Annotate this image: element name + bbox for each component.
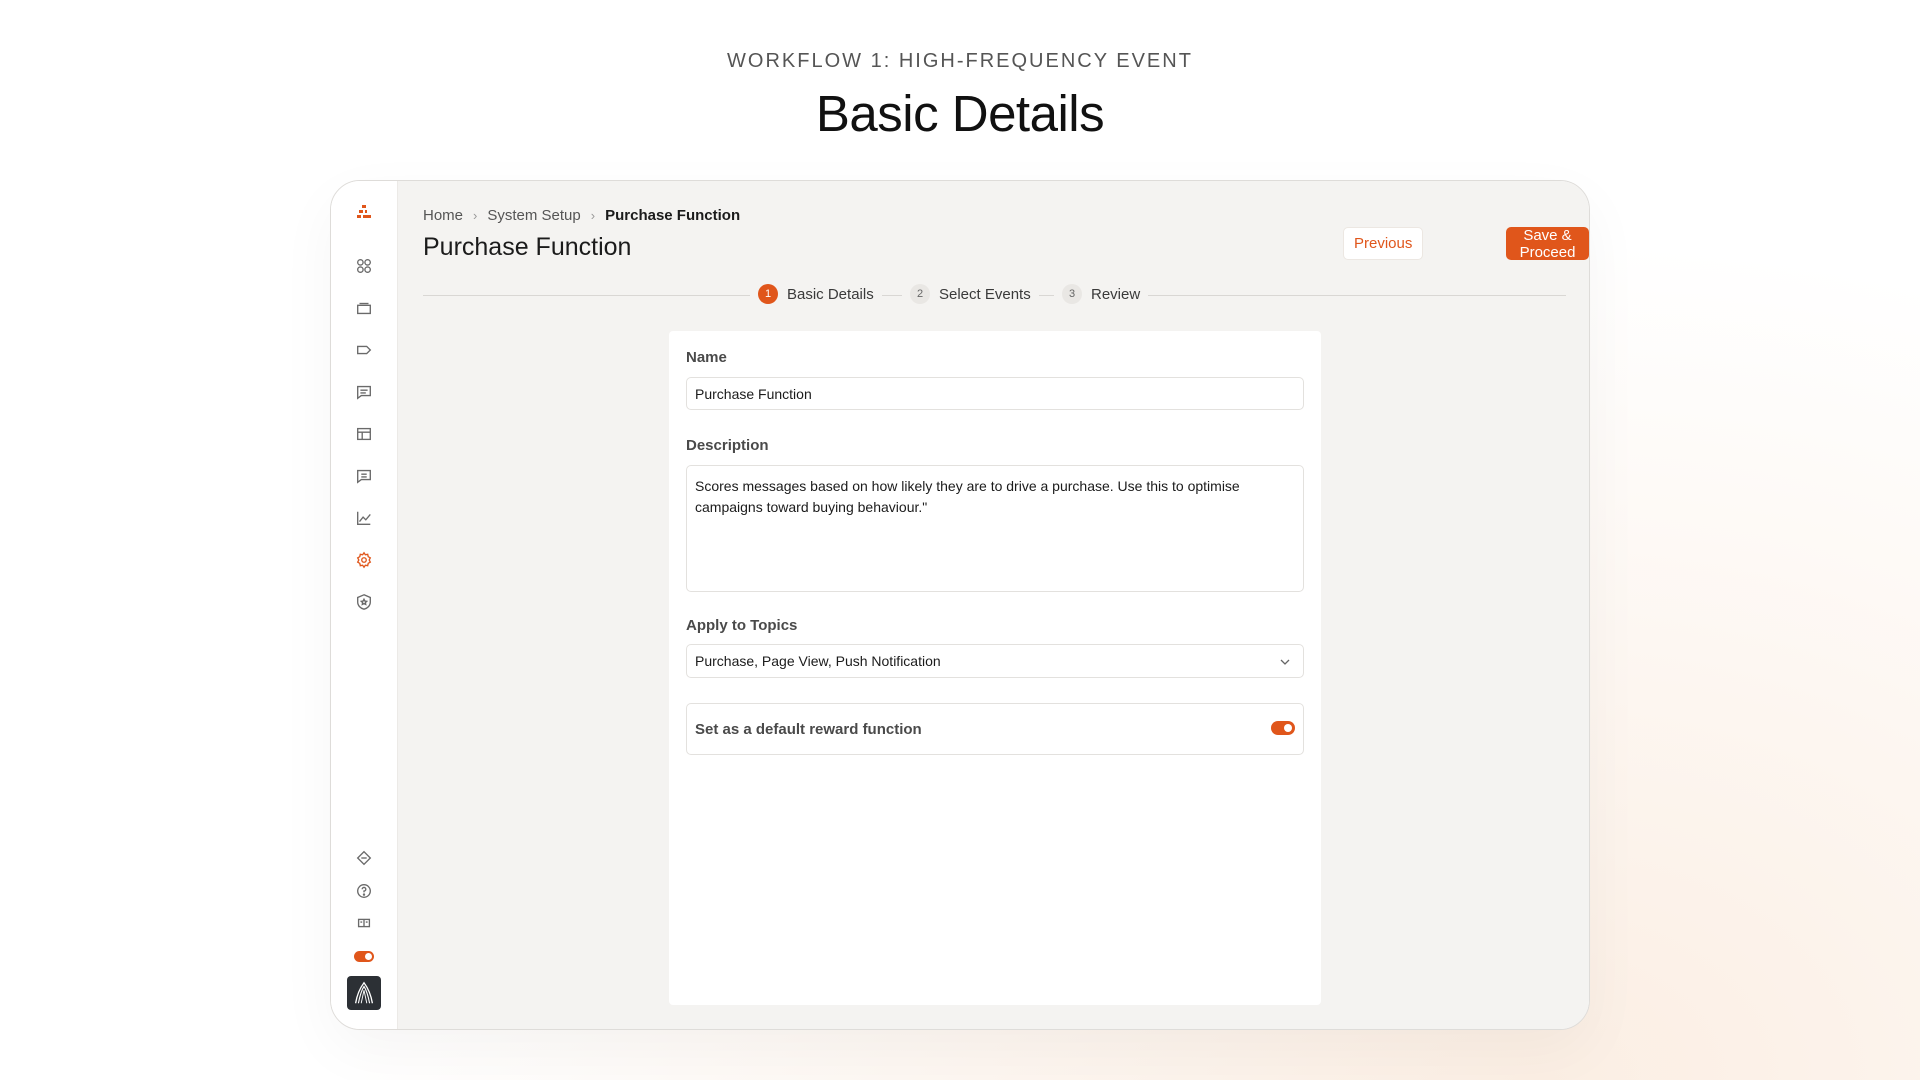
chat-list-icon[interactable]	[353, 465, 375, 487]
message-icon[interactable]	[353, 381, 375, 403]
theme-toggle-icon[interactable]	[354, 951, 374, 962]
main-content: Home › System Setup › Purchase Function …	[398, 181, 1589, 1029]
breadcrumb-current: Purchase Function	[605, 207, 741, 224]
default-reward-toggle[interactable]	[1271, 721, 1295, 735]
name-label: Name	[686, 349, 727, 366]
chevron-right-icon: ›	[590, 208, 596, 223]
previous-button[interactable]: Previous	[1343, 227, 1424, 260]
shield-star-icon[interactable]	[353, 591, 375, 613]
breadcrumb-section[interactable]: System Setup	[487, 207, 580, 224]
breadcrumb: Home › System Setup › Purchase Function	[423, 207, 740, 224]
description-textarea[interactable]: Scores messages based on how likely they…	[686, 465, 1304, 592]
chevron-right-icon: ›	[473, 208, 478, 223]
breadcrumb-home[interactable]: Home	[423, 207, 463, 224]
step-basic-details[interactable]: 1 Basic Details	[750, 284, 882, 304]
page-title: Purchase Function	[423, 233, 632, 261]
default-reward-label: Set as a default reward function	[695, 720, 922, 738]
step-review[interactable]: 3 Review	[1054, 284, 1149, 304]
topics-label: Apply to Topics	[686, 617, 798, 634]
diamond-icon[interactable]	[353, 847, 375, 869]
folder-icon[interactable]	[353, 297, 375, 319]
default-reward-row: Set as a default reward function	[686, 703, 1304, 755]
form-card: Name Purchase Function Description Score…	[669, 331, 1321, 1005]
help-icon[interactable]	[353, 880, 375, 902]
description-label: Description	[686, 437, 769, 454]
hero-title: Basic Details	[815, 85, 1105, 142]
hero-eyebrow: WORKFLOW 1: HIGH-FREQUENCY EVENT	[727, 50, 1193, 72]
tag-icon[interactable]	[353, 339, 375, 361]
step-label: Select Events	[939, 285, 1031, 303]
name-input[interactable]: Purchase Function	[686, 377, 1304, 410]
chevron-down-icon	[1279, 655, 1291, 671]
avatar[interactable]	[347, 976, 381, 1010]
step-select-events[interactable]: 2 Select Events	[902, 284, 1039, 304]
step-label: Review	[1091, 285, 1141, 303]
layout-icon[interactable]	[353, 423, 375, 445]
topics-select[interactable]: Purchase, Page View, Push Notification	[686, 644, 1304, 678]
apps-grid-icon[interactable]	[353, 255, 375, 277]
logo-icon[interactable]	[353, 201, 375, 223]
chart-line-icon[interactable]	[353, 507, 375, 529]
book-icon[interactable]	[353, 912, 375, 934]
save-proceed-button[interactable]: Save & Proceed	[1506, 227, 1589, 261]
sidebar	[331, 181, 408, 1029]
step-label: Basic Details	[787, 285, 874, 303]
topics-select-value: Purchase, Page View, Push Notification	[695, 653, 941, 669]
app-window: Home › System Setup › Purchase Function …	[330, 180, 1590, 1030]
settings-icon[interactable]	[353, 549, 375, 571]
